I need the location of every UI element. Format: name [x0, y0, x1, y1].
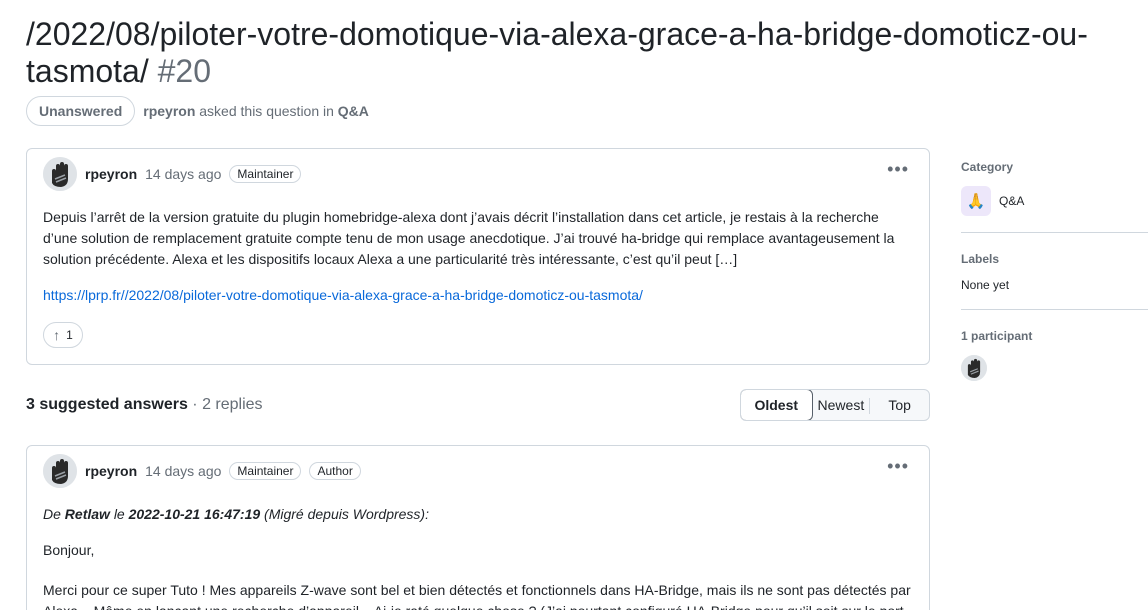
labels-value: None yet	[961, 278, 1010, 292]
answer-header: rpeyron 14 days ago Maintainer Author	[43, 454, 361, 488]
discussion-subhead: Unanswered rpeyron asked this question i…	[26, 96, 369, 126]
intro-name: Retlaw	[64, 506, 110, 522]
sort-top[interactable]: Top	[870, 390, 929, 420]
sort-newest[interactable]: Newest	[812, 390, 871, 420]
answer-body: Merci pour ce super Tuto ! Mes appareils…	[43, 582, 911, 610]
asker-link[interactable]: rpeyron	[143, 103, 195, 119]
answers-count: 3 suggested answers	[26, 396, 188, 413]
post-header: rpeyron 14 days ago Maintainer	[43, 157, 302, 191]
asked-text: asked this question in	[199, 103, 334, 119]
arrow-up-icon: ↑	[53, 327, 61, 343]
role-badge-maintainer: Maintainer	[229, 462, 302, 480]
role-badge-author: Author	[309, 462, 361, 480]
discussion-sidebar: Category 🙏 Q&A Labels None yet 1 partici…	[961, 160, 1148, 381]
sidebar-divider	[961, 232, 1148, 233]
discussion-title: /2022/08/piloter-votre-domotique-via-ale…	[26, 16, 1141, 90]
intro-suffix: (Migré depuis Wordpress):	[264, 506, 429, 522]
upvote-button[interactable]: ↑ 1	[43, 322, 83, 348]
subhead-text: rpeyron asked this question in Q&A	[143, 103, 369, 119]
sort-newest-label: Newest	[817, 397, 865, 413]
post-body: Depuis l’arrêt de la version gratuite du…	[43, 209, 895, 267]
answer-intro: De Retlaw le 2022-10-21 16:47:19 (Migré …	[43, 506, 429, 522]
discussion-number: #20	[157, 53, 211, 89]
original-post: rpeyron 14 days ago Maintainer ••• Depui…	[26, 148, 930, 365]
post-link[interactable]: https://lprp.fr//2022/08/piloter-votre-d…	[43, 287, 643, 303]
intro-mid: le	[113, 506, 125, 522]
avatar[interactable]	[43, 157, 77, 191]
avatar[interactable]	[43, 454, 77, 488]
sort-oldest[interactable]: Oldest	[741, 390, 813, 420]
labels-title: Labels	[961, 252, 1000, 266]
participant-avatar[interactable]	[961, 355, 987, 381]
category-title: Category	[961, 160, 1014, 174]
replies-count: 2 replies	[202, 396, 263, 413]
intro-date: 2022-10-21 16:47:19	[128, 506, 261, 522]
intro-prefix: De	[43, 506, 61, 522]
participants-title: 1 participant	[961, 329, 1033, 343]
sort-segmented-control: Oldest Newest Top	[740, 389, 930, 421]
sidebar-divider	[961, 309, 1148, 310]
answer-card: rpeyron 14 days ago Maintainer Author ••…	[26, 445, 930, 610]
pray-emoji-icon: 🙏	[961, 186, 991, 216]
hand-avatar-icon	[43, 454, 77, 488]
post-time[interactable]: 14 days ago	[145, 166, 221, 182]
upvote-count: 1	[66, 328, 73, 342]
answer-time[interactable]: 14 days ago	[145, 463, 221, 479]
answer-greeting: Bonjour,	[43, 542, 95, 558]
answers-separator: ·	[192, 396, 198, 413]
category-item[interactable]: 🙏 Q&A	[961, 186, 1024, 216]
hand-avatar-icon	[961, 355, 987, 381]
answers-summary: 3 suggested answers · 2 replies	[26, 396, 263, 414]
post-author[interactable]: rpeyron	[85, 166, 137, 182]
role-badge: Maintainer	[229, 165, 302, 183]
state-badge: Unanswered	[26, 96, 136, 126]
kebab-horizontal-icon[interactable]: •••	[887, 456, 909, 477]
category-name: Q&A	[999, 194, 1025, 208]
kebab-horizontal-icon[interactable]: •••	[887, 159, 909, 180]
hand-avatar-icon	[43, 157, 77, 191]
answer-author[interactable]: rpeyron	[85, 463, 137, 479]
category-link[interactable]: Q&A	[338, 103, 369, 119]
